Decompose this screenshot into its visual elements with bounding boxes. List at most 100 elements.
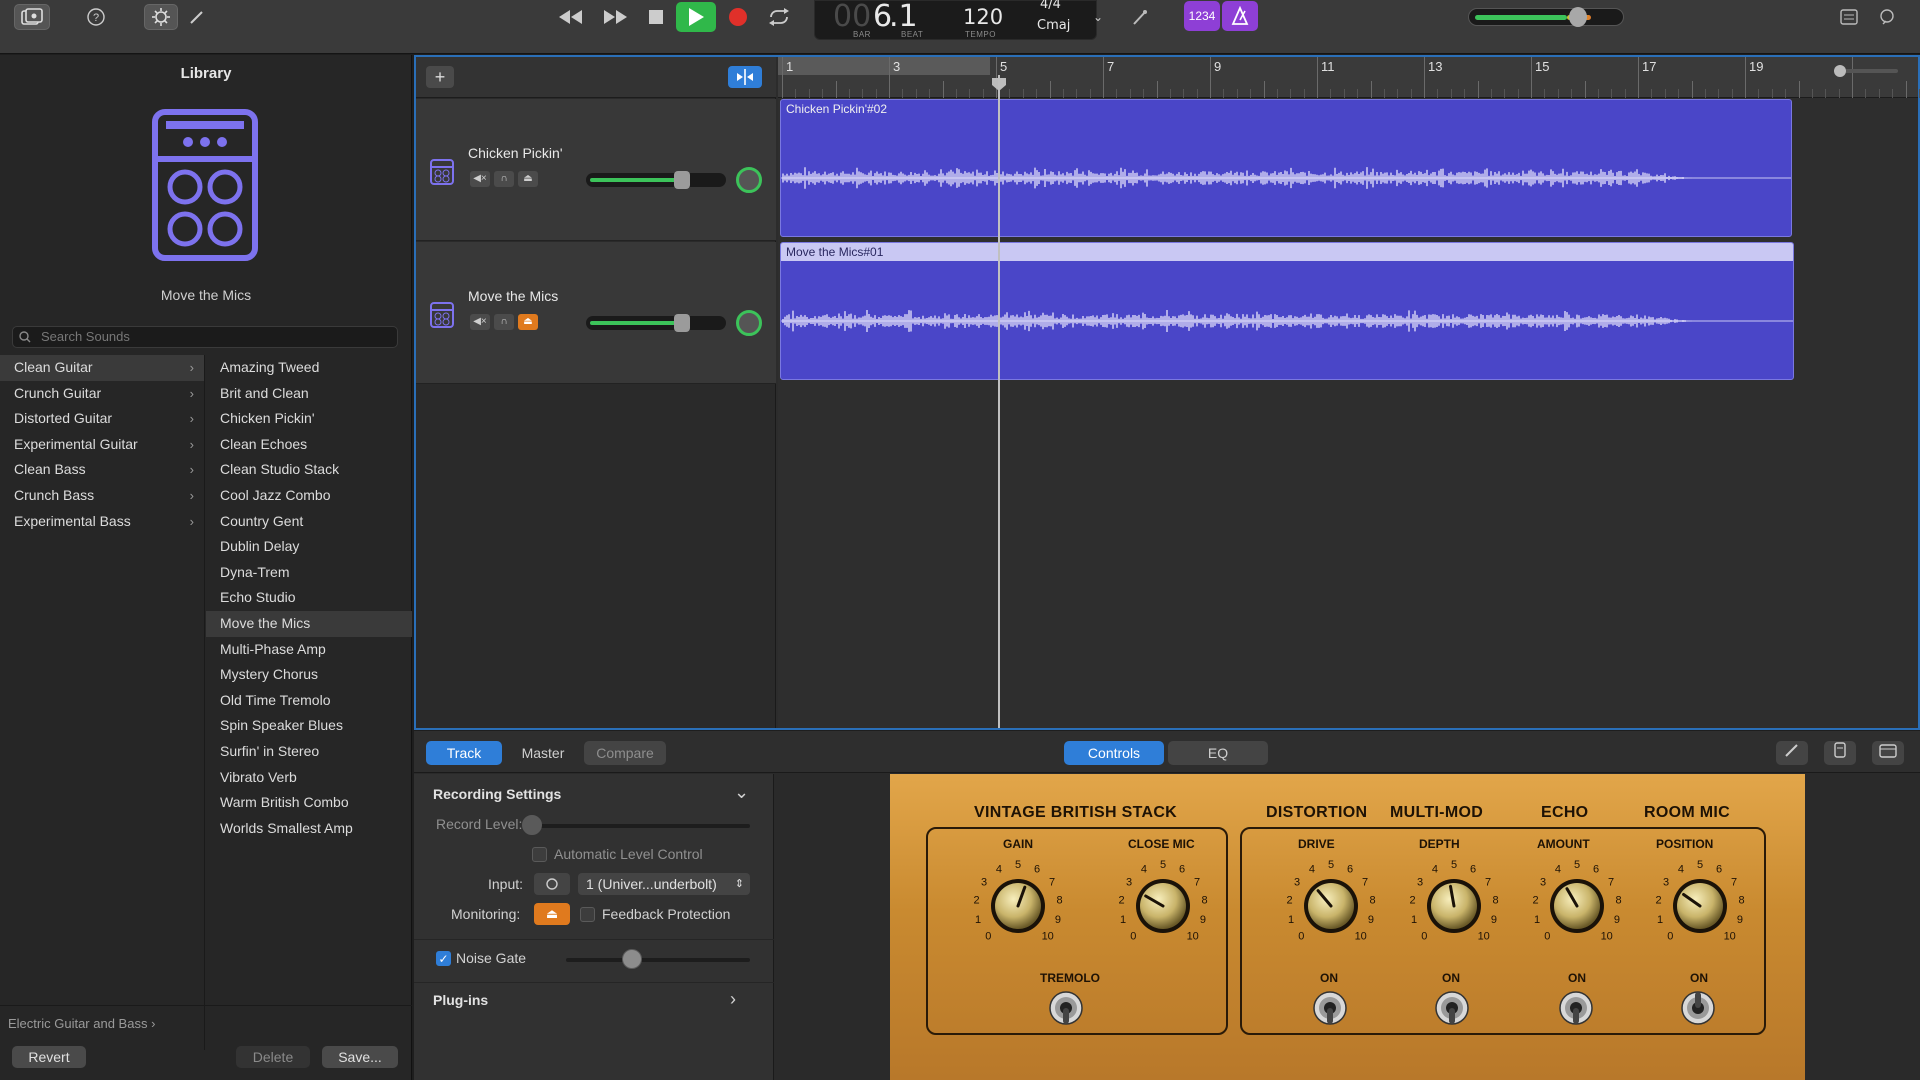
cycle-region[interactable] [778,57,990,75]
close-mic-knob[interactable]: 0 1 2 3 4 5 6 7 8 9 10 [1113,854,1213,954]
library-toggle-icon[interactable] [14,4,50,30]
play-button[interactable] [676,2,716,32]
feedback-protection-checkbox[interactable] [580,907,595,922]
mute-icon[interactable]: ◀× [470,171,490,187]
plugin-pencil-icon[interactable] [1776,741,1808,765]
tab-track[interactable]: Track [426,741,502,765]
patch-item[interactable]: Brit and Clean [206,381,412,407]
noise-gate-knob[interactable] [622,949,642,969]
patch-item[interactable]: Spin Speaker Blues [206,713,412,739]
input-monitor-icon[interactable]: ⏏ [518,314,538,330]
amp-designer-icon[interactable] [1872,741,1904,765]
track-name[interactable]: Chicken Pickin' [468,145,563,161]
tab-master[interactable]: Master [506,741,580,765]
track-volume-knob[interactable] [674,314,690,332]
tab-controls[interactable]: Controls [1064,741,1164,765]
delete-button[interactable]: Delete [236,1046,310,1068]
patch-item[interactable]: Dublin Delay [206,534,412,560]
auto-level-checkbox[interactable] [532,847,547,862]
category-item[interactable]: Clean Guitar › [0,355,204,381]
patch-item[interactable]: Chicken Pickin' [206,406,412,432]
catch-playhead-icon[interactable] [728,66,762,88]
category-item[interactable]: Crunch Guitar › [0,381,204,407]
search-input[interactable]: Search Sounds [12,326,398,348]
track-pan-knob[interactable] [736,167,762,193]
track-volume-slider[interactable] [586,171,726,189]
drive-knob[interactable]: 0 1 2 3 4 5 6 7 8 9 10 [1281,854,1381,954]
monitoring-toggle-icon[interactable]: ⏏ [534,903,570,925]
patch-item[interactable]: Worlds Smallest Amp [206,816,412,842]
patch-item[interactable]: Move the Mics [206,610,412,637]
cycle-icon[interactable] [764,4,794,30]
mono-stereo-icon[interactable] [534,873,570,895]
pedalboard-icon[interactable] [1824,741,1856,765]
patch-item[interactable]: Multi-Phase Amp [206,637,412,663]
save-button[interactable]: Save... [322,1046,398,1068]
category-item[interactable]: Clean Bass › [0,457,204,483]
zoom-slider[interactable] [1834,65,1898,77]
distortion-switch[interactable] [1312,990,1348,1026]
count-in-button[interactable]: 1234 [1184,1,1220,31]
tab-eq[interactable]: EQ [1168,741,1268,765]
stop-icon[interactable] [644,4,668,30]
category-item[interactable]: Distorted Guitar › [0,406,204,432]
loop-browser-icon[interactable] [1874,4,1900,30]
editors-pencil-icon[interactable] [184,4,210,30]
zoom-slider-knob[interactable] [1834,65,1846,77]
noise-gate-slider[interactable] [566,949,750,969]
notepad-icon[interactable] [1836,4,1862,30]
patch-item[interactable]: Country Gent [206,509,412,535]
amount-knob[interactable]: 0 1 2 3 4 5 6 7 8 9 10 [1527,854,1627,954]
audio-region-1[interactable]: Chicken Pickin'#02 [780,99,1792,237]
record-level-slider[interactable] [522,815,750,835]
revert-button[interactable]: Revert [12,1046,86,1068]
position-knob[interactable]: 0 1 2 3 4 5 6 7 8 9 10 [1650,854,1750,954]
lcd-chevron-down-icon[interactable]: ⌄ [1090,4,1106,30]
category-item[interactable]: Experimental Bass › [0,509,204,535]
noise-gate-checkbox[interactable]: ✓ [436,951,451,966]
tab-compare[interactable]: Compare [584,741,666,765]
category-item[interactable]: Experimental Guitar › [0,432,204,458]
patch-item[interactable]: Surfin' in Stereo [206,739,412,765]
smart-controls-icon[interactable] [144,4,178,30]
category-item[interactable]: Crunch Bass › [0,483,204,509]
fast-forward-icon[interactable] [600,4,630,30]
track-header-1[interactable]: Chicken Pickin' ◀× ∩ ⏏ [416,99,776,241]
roommic-switch[interactable] [1680,990,1716,1026]
mute-icon[interactable]: ◀× [470,314,490,330]
track-name[interactable]: Move the Mics [468,288,558,304]
record-level-knob[interactable] [522,815,542,835]
patch-item[interactable]: Cool Jazz Combo [206,483,412,509]
input-select[interactable]: 1 (Univer...underbolt) ⇕ [578,873,750,895]
patch-item[interactable]: Echo Studio [206,585,412,611]
rewind-icon[interactable] [556,4,586,30]
library-breadcrumb[interactable]: Electric Guitar and Bass › [8,1016,155,1031]
tremolo-switch[interactable] [1048,990,1084,1026]
multimod-switch[interactable] [1434,990,1470,1026]
ruler[interactable]: 1 3 5 7 9 11 13 15 17 19 [778,57,1920,98]
plugins-label[interactable]: Plug-ins [433,992,488,1008]
track-volume-slider[interactable] [586,314,726,332]
add-track-button[interactable]: + [426,66,454,88]
tuner-icon[interactable] [1128,4,1152,30]
timeline[interactable]: 1 3 5 7 9 11 13 15 17 19 Chicken Pickin'#02 Move … [778,57,1920,728]
patch-item[interactable]: Mystery Chorus [206,662,412,688]
patch-item[interactable]: Vibrato Verb [206,765,412,791]
chevron-down-icon[interactable]: ⌄ [734,782,749,803]
patch-item[interactable]: Dyna-Trem [206,560,412,586]
solo-headphones-icon[interactable]: ∩ [494,171,514,187]
patch-item[interactable]: Clean Studio Stack [206,457,412,483]
track-volume-knob[interactable] [674,171,690,189]
track-pan-knob[interactable] [736,310,762,336]
track-header-2[interactable]: Move the Mics ◀× ∩ ⏏ [416,242,776,384]
help-icon[interactable]: ? [82,4,110,30]
master-volume-knob[interactable] [1569,7,1587,27]
master-volume-slider[interactable] [1468,7,1624,27]
solo-headphones-icon[interactable]: ∩ [494,314,514,330]
patch-item[interactable]: Warm British Combo [206,790,412,816]
chevron-right-icon[interactable]: › [730,989,736,1010]
input-monitor-icon[interactable]: ⏏ [518,171,538,187]
gain-knob[interactable]: 0 1 2 3 4 5 6 7 8 9 10 [968,854,1068,954]
depth-knob[interactable]: 0 1 2 3 4 5 6 7 8 9 10 [1404,854,1504,954]
echo-switch[interactable] [1558,990,1594,1026]
